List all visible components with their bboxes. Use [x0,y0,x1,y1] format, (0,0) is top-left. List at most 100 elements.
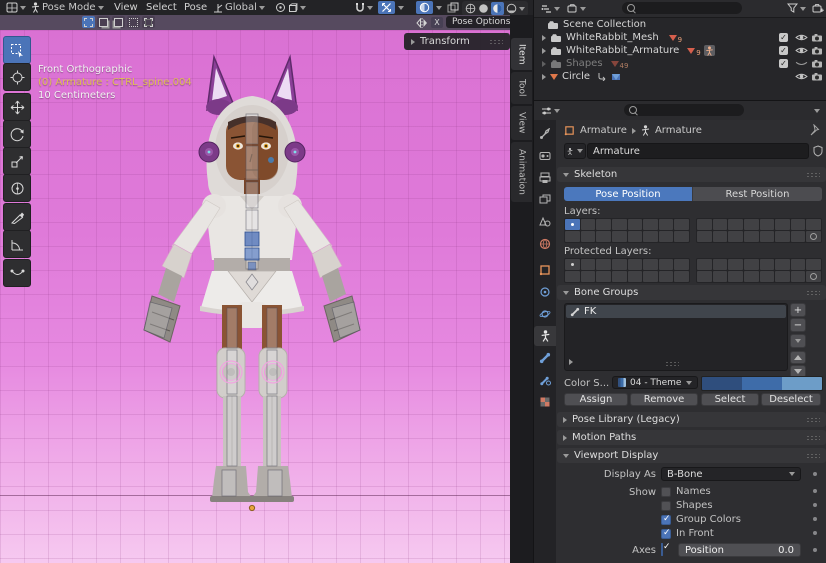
in-front-checkbox[interactable] [661,529,671,539]
layer-cell[interactable] [612,219,627,230]
layer-cell[interactable] [713,259,728,270]
menu-view[interactable]: View [108,0,144,15]
pose-position-toggle[interactable]: Pose Position [564,187,692,201]
tab-output[interactable] [534,168,556,188]
disclosure-icon[interactable] [542,74,546,80]
armature-layers-grid-left[interactable] [564,218,690,243]
layer-cell[interactable] [581,231,596,242]
layer-cell[interactable] [697,259,712,270]
panel-grip[interactable] [806,453,820,459]
sidebar-tab-item[interactable]: Item [511,38,532,70]
show-in-front-option[interactable]: In Front [661,528,714,539]
layer-cell[interactable] [713,219,728,230]
tab-scene[interactable] [534,212,556,232]
armature-layers-grid-right[interactable] [696,218,822,243]
outliner-row-whiterabbit-armature[interactable]: WhiteRabbit_Armature 9 ✓ [534,44,826,57]
tool-rotate[interactable] [3,120,31,148]
layer-cell[interactable] [674,259,689,270]
remove-button[interactable]: Remove [630,393,698,406]
panel-grip[interactable] [806,435,820,441]
tab-constraints[interactable] [534,282,556,302]
camera-restrict-icon[interactable] [811,33,823,42]
layer-cell[interactable] [760,219,775,230]
tab-view-layer[interactable] [534,190,556,210]
breadcrumb-object[interactable]: Armature [580,125,627,136]
chevron-down-icon[interactable] [519,7,525,11]
snap-toggle[interactable] [352,1,376,14]
protected-layers-grid-left[interactable] [564,258,690,283]
shading-material-active[interactable] [491,2,504,15]
shading-wireframe-icon[interactable] [465,3,476,14]
layer-cell[interactable] [713,231,728,242]
layer-cell[interactable] [612,231,627,242]
transform-orientation-dropdown[interactable]: Global [210,1,268,14]
display-as-dropdown[interactable]: B-Bone [661,467,801,481]
layer-cell[interactable] [791,271,806,282]
outliner-display-mode-button[interactable] [564,2,589,15]
layer-cell[interactable] [697,231,712,242]
select-mode-invert-button[interactable] [127,16,140,28]
layer-cell[interactable] [697,219,712,230]
properties-editor-type-button[interactable] [538,104,563,117]
rest-position-toggle[interactable]: Rest Position [692,187,822,201]
layer-cell[interactable] [565,271,580,282]
disclosure-icon[interactable] [542,35,546,41]
layer-cell[interactable] [628,259,643,270]
layer-cell[interactable] [775,219,790,230]
animate-decorator[interactable] [813,548,817,552]
list-resize-grip[interactable] [665,361,679,367]
tool-select-box[interactable] [3,36,31,64]
chevron-down-icon[interactable] [436,6,442,10]
layer-cell[interactable] [659,259,674,270]
menu-pose[interactable]: Pose [178,0,213,15]
pivot-point-dropdown[interactable] [272,1,309,14]
layer-cell[interactable] [565,259,580,270]
tab-physics[interactable] [534,304,556,324]
layer-cell[interactable] [728,271,743,282]
tool-measure[interactable] [3,230,31,258]
layer-cell[interactable] [643,219,658,230]
names-checkbox[interactable] [661,487,671,497]
protected-layers-grid-right[interactable] [696,258,822,283]
animate-decorator[interactable] [813,472,817,476]
eye-icon[interactable] [795,46,808,55]
camera-restrict-icon[interactable] [811,59,823,68]
layer-cell[interactable] [744,259,759,270]
add-bone-group-button[interactable]: + [790,303,806,317]
character-legs[interactable] [200,271,304,502]
eye-closed-icon[interactable] [795,61,808,68]
layer-cell[interactable] [760,231,775,242]
layer-cell[interactable] [806,271,821,282]
color-set-preview[interactable] [701,376,823,391]
mirror-x-toggle[interactable]: X [431,17,443,28]
panel-grip[interactable] [806,417,820,423]
layer-cell[interactable] [659,231,674,242]
deselect-button[interactable]: Deselect [761,393,821,406]
motion-paths-panel-header[interactable]: Motion Paths [557,430,826,445]
layer-cell[interactable] [775,259,790,270]
tool-cursor[interactable] [3,63,31,91]
exclude-checkbox[interactable]: ✓ [779,59,788,68]
shading-solid-icon[interactable] [478,3,489,14]
layer-cell[interactable] [643,259,658,270]
editor-type-button[interactable] [3,1,29,14]
layer-cell[interactable] [596,271,611,282]
chevron-down-icon[interactable] [398,6,404,10]
tab-bone-constraint[interactable] [534,370,556,390]
tool-pose-breakdowner[interactable] [3,259,31,287]
layer-cell[interactable] [791,259,806,270]
animate-decorator[interactable] [813,517,817,521]
mode-selector[interactable]: Pose Mode [28,1,107,14]
disclosure-icon[interactable] [542,48,546,54]
sidebar-tab-view[interactable]: View [511,106,532,140]
skeleton-panel-header[interactable]: Skeleton [557,167,826,182]
axes-checkbox[interactable] [661,543,663,556]
id-name-field[interactable]: Armature [587,143,809,159]
layer-cell[interactable] [728,219,743,230]
layer-cell[interactable] [760,271,775,282]
layer-cell[interactable] [744,271,759,282]
properties-search-input[interactable] [624,104,744,116]
pose-library-panel-header[interactable]: Pose Library (Legacy) [557,412,826,427]
chevron-down-icon[interactable] [814,109,820,113]
color-active[interactable] [782,377,822,390]
